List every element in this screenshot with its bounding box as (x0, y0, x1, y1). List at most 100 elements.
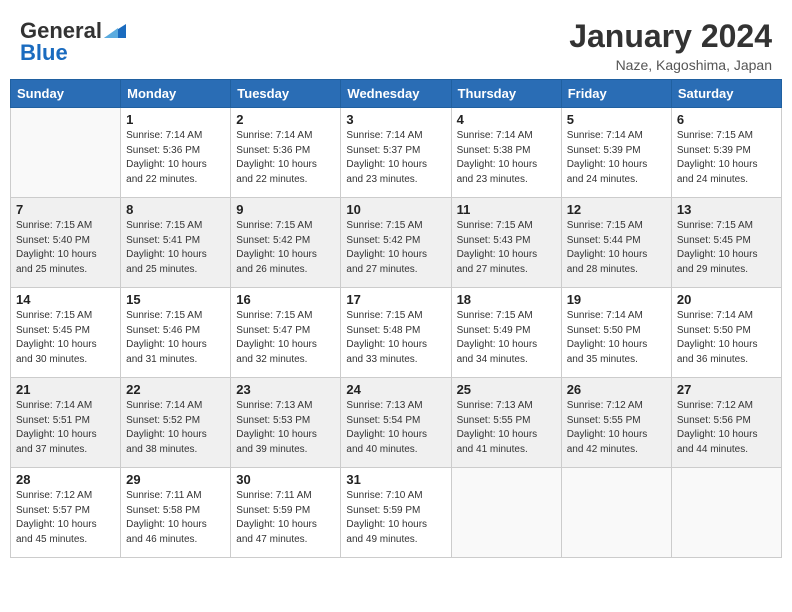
day-number: 31 (346, 472, 445, 487)
calendar-cell: 10 Sunrise: 7:15 AM Sunset: 5:42 PM Dayli… (341, 198, 451, 288)
day-info: Sunrise: 7:10 AM Sunset: 5:59 PM Dayligh… (346, 489, 445, 547)
calendar-cell: 13 Sunrise: 7:15 AM Sunset: 5:45 PM Dayli… (671, 198, 781, 288)
day-info: Sunrise: 7:14 AM Sunset: 5:38 PM Dayligh… (457, 129, 556, 187)
day-info: Sunrise: 7:13 AM Sunset: 5:54 PM Dayligh… (346, 399, 445, 457)
calendar-cell: 7 Sunrise: 7:15 AM Sunset: 5:40 PM Daylig… (11, 198, 121, 288)
day-info: Sunrise: 7:12 AM Sunset: 5:55 PM Dayligh… (567, 399, 666, 457)
calendar-table: SundayMondayTuesdayWednesdayThursdayFrid… (10, 79, 782, 558)
calendar-cell: 25 Sunrise: 7:13 AM Sunset: 5:55 PM Dayli… (451, 378, 561, 468)
day-info: Sunrise: 7:11 AM Sunset: 5:58 PM Dayligh… (126, 489, 225, 547)
day-number: 5 (567, 112, 666, 127)
day-info: Sunrise: 7:14 AM Sunset: 5:52 PM Dayligh… (126, 399, 225, 457)
day-number: 20 (677, 292, 776, 307)
calendar-cell: 26 Sunrise: 7:12 AM Sunset: 5:55 PM Dayli… (561, 378, 671, 468)
day-number: 16 (236, 292, 335, 307)
day-info: Sunrise: 7:15 AM Sunset: 5:41 PM Dayligh… (126, 219, 225, 277)
day-info: Sunrise: 7:15 AM Sunset: 5:43 PM Dayligh… (457, 219, 556, 277)
day-info: Sunrise: 7:13 AM Sunset: 5:53 PM Dayligh… (236, 399, 335, 457)
weekday-header-row: SundayMondayTuesdayWednesdayThursdayFrid… (11, 80, 782, 108)
day-info: Sunrise: 7:15 AM Sunset: 5:47 PM Dayligh… (236, 309, 335, 367)
calendar-week-row: 7 Sunrise: 7:15 AM Sunset: 5:40 PM Daylig… (11, 198, 782, 288)
calendar-cell: 27 Sunrise: 7:12 AM Sunset: 5:56 PM Dayli… (671, 378, 781, 468)
day-number: 22 (126, 382, 225, 397)
calendar-cell: 8 Sunrise: 7:15 AM Sunset: 5:41 PM Daylig… (121, 198, 231, 288)
day-number: 2 (236, 112, 335, 127)
calendar-cell: 6Sunrise: 7:15 AM Sunset: 5:39 PM Daylig… (671, 108, 781, 198)
calendar-week-row: 28 Sunrise: 7:12 AM Sunset: 5:57 PM Dayli… (11, 468, 782, 558)
calendar-cell: 17 Sunrise: 7:15 AM Sunset: 5:48 PM Dayli… (341, 288, 451, 378)
page-header: General Blue January 2024 Naze, Kagoshim… (10, 10, 782, 79)
calendar-cell (671, 468, 781, 558)
calendar-cell: 22 Sunrise: 7:14 AM Sunset: 5:52 PM Dayli… (121, 378, 231, 468)
day-number: 3 (346, 112, 445, 127)
logo-blue: Blue (20, 40, 68, 66)
weekday-header-sunday: Sunday (11, 80, 121, 108)
month-title: January 2024 (569, 18, 772, 55)
calendar-cell: 5 Sunrise: 7:14 AM Sunset: 5:39 PM Daylig… (561, 108, 671, 198)
calendar-cell: 29 Sunrise: 7:11 AM Sunset: 5:58 PM Dayli… (121, 468, 231, 558)
calendar-cell: 30 Sunrise: 7:11 AM Sunset: 5:59 PM Dayli… (231, 468, 341, 558)
day-info: Sunrise: 7:14 AM Sunset: 5:51 PM Dayligh… (16, 399, 115, 457)
day-info: Sunrise: 7:15 AM Sunset: 5:48 PM Dayligh… (346, 309, 445, 367)
weekday-header-tuesday: Tuesday (231, 80, 341, 108)
calendar-week-row: 21Sunrise: 7:14 AM Sunset: 5:51 PM Dayli… (11, 378, 782, 468)
day-number: 25 (457, 382, 556, 397)
weekday-header-wednesday: Wednesday (341, 80, 451, 108)
day-info: Sunrise: 7:15 AM Sunset: 5:46 PM Dayligh… (126, 309, 225, 367)
day-info: Sunrise: 7:11 AM Sunset: 5:59 PM Dayligh… (236, 489, 335, 547)
day-info: Sunrise: 7:15 AM Sunset: 5:40 PM Dayligh… (16, 219, 115, 277)
day-info: Sunrise: 7:15 AM Sunset: 5:42 PM Dayligh… (236, 219, 335, 277)
title-block: January 2024 Naze, Kagoshima, Japan (569, 18, 772, 73)
day-info: Sunrise: 7:15 AM Sunset: 5:44 PM Dayligh… (567, 219, 666, 277)
weekday-header-saturday: Saturday (671, 80, 781, 108)
location: Naze, Kagoshima, Japan (569, 57, 772, 73)
day-info: Sunrise: 7:14 AM Sunset: 5:37 PM Dayligh… (346, 129, 445, 187)
calendar-cell: 15 Sunrise: 7:15 AM Sunset: 5:46 PM Dayli… (121, 288, 231, 378)
day-info: Sunrise: 7:15 AM Sunset: 5:45 PM Dayligh… (16, 309, 115, 367)
calendar-cell: 28 Sunrise: 7:12 AM Sunset: 5:57 PM Dayli… (11, 468, 121, 558)
day-info: Sunrise: 7:15 AM Sunset: 5:42 PM Dayligh… (346, 219, 445, 277)
day-number: 12 (567, 202, 666, 217)
calendar-cell: 18 Sunrise: 7:15 AM Sunset: 5:49 PM Dayli… (451, 288, 561, 378)
day-number: 6 (677, 112, 776, 127)
day-number: 27 (677, 382, 776, 397)
day-number: 26 (567, 382, 666, 397)
day-info: Sunrise: 7:14 AM Sunset: 5:50 PM Dayligh… (677, 309, 776, 367)
day-number: 30 (236, 472, 335, 487)
day-number: 18 (457, 292, 556, 307)
day-info: Sunrise: 7:12 AM Sunset: 5:57 PM Dayligh… (16, 489, 115, 547)
day-info: Sunrise: 7:15 AM Sunset: 5:45 PM Dayligh… (677, 219, 776, 277)
day-number: 14 (16, 292, 115, 307)
day-number: 11 (457, 202, 556, 217)
calendar-cell: 3 Sunrise: 7:14 AM Sunset: 5:37 PM Daylig… (341, 108, 451, 198)
day-number: 15 (126, 292, 225, 307)
calendar-cell: 9 Sunrise: 7:15 AM Sunset: 5:42 PM Daylig… (231, 198, 341, 288)
day-number: 24 (346, 382, 445, 397)
calendar-cell: 21Sunrise: 7:14 AM Sunset: 5:51 PM Dayli… (11, 378, 121, 468)
day-number: 7 (16, 202, 115, 217)
day-info: Sunrise: 7:14 AM Sunset: 5:36 PM Dayligh… (236, 129, 335, 187)
day-info: Sunrise: 7:12 AM Sunset: 5:56 PM Dayligh… (677, 399, 776, 457)
calendar-cell: 14 Sunrise: 7:15 AM Sunset: 5:45 PM Dayli… (11, 288, 121, 378)
calendar-cell: 23 Sunrise: 7:13 AM Sunset: 5:53 PM Dayli… (231, 378, 341, 468)
weekday-header-thursday: Thursday (451, 80, 561, 108)
calendar-cell (561, 468, 671, 558)
day-number: 17 (346, 292, 445, 307)
day-number: 29 (126, 472, 225, 487)
calendar-week-row: 14 Sunrise: 7:15 AM Sunset: 5:45 PM Dayli… (11, 288, 782, 378)
day-number: 13 (677, 202, 776, 217)
day-info: Sunrise: 7:15 AM Sunset: 5:49 PM Dayligh… (457, 309, 556, 367)
calendar-cell: 12 Sunrise: 7:15 AM Sunset: 5:44 PM Dayli… (561, 198, 671, 288)
day-number: 8 (126, 202, 225, 217)
day-number: 23 (236, 382, 335, 397)
day-number: 10 (346, 202, 445, 217)
day-number: 4 (457, 112, 556, 127)
day-info: Sunrise: 7:14 AM Sunset: 5:39 PM Dayligh… (567, 129, 666, 187)
day-number: 28 (16, 472, 115, 487)
day-info: Sunrise: 7:13 AM Sunset: 5:55 PM Dayligh… (457, 399, 556, 457)
day-number: 9 (236, 202, 335, 217)
day-info: Sunrise: 7:14 AM Sunset: 5:50 PM Dayligh… (567, 309, 666, 367)
calendar-cell: 31 Sunrise: 7:10 AM Sunset: 5:59 PM Dayli… (341, 468, 451, 558)
day-number: 19 (567, 292, 666, 307)
calendar-cell: 24 Sunrise: 7:13 AM Sunset: 5:54 PM Dayli… (341, 378, 451, 468)
